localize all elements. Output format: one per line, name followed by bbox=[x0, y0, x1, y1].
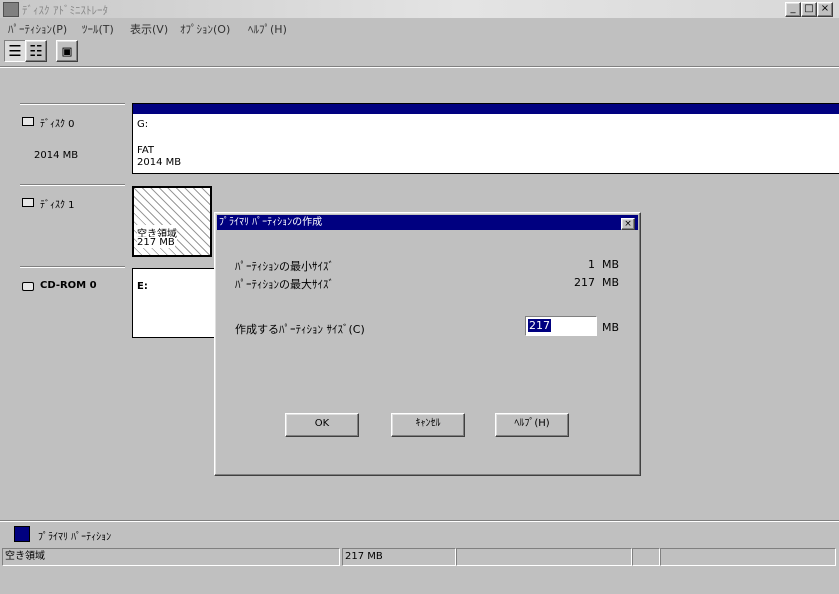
max-size-label: ﾊﾟｰﾃｨｼｮﾝの最大ｻｲｽﾞ bbox=[235, 278, 334, 291]
primary-partition-bar bbox=[133, 104, 839, 114]
free-space-size: 217 MB bbox=[137, 237, 175, 248]
title-bar[interactable]: ﾃﾞｨｽｸ ｱﾄﾞﾐﾆｽﾄﾚｰﾀ _ □ × bbox=[0, 0, 839, 18]
partition-g-letter: G: bbox=[137, 119, 149, 130]
partition-e-letter: E: bbox=[137, 281, 148, 292]
hard-disk-icon bbox=[22, 117, 34, 126]
legend-label: ﾌﾟﾗｲﾏﾘ ﾊﾟｰﾃｨｼｮﾝ bbox=[38, 532, 112, 543]
status-size: 217 MB bbox=[342, 548, 456, 566]
status-panel bbox=[660, 548, 836, 566]
status-panel bbox=[632, 548, 660, 566]
partition-g-size: 2014 MB bbox=[137, 157, 182, 168]
min-size-label: ﾊﾟｰﾃｨｼｮﾝの最小ｻｲｽﾞ bbox=[235, 260, 334, 273]
ok-button[interactable]: OK bbox=[285, 413, 359, 437]
disk-admin-icon bbox=[3, 2, 19, 17]
max-size-value: 217 bbox=[574, 276, 595, 289]
toolbar-divider bbox=[0, 66, 839, 68]
cdrom-0-label: CD-ROM 0 bbox=[40, 280, 97, 291]
menu-help[interactable]: ﾍﾙﾌﾟ(H) bbox=[248, 21, 287, 37]
disk-configuration-view-button[interactable]: ☷ bbox=[25, 40, 47, 62]
primary-partition-swatch bbox=[14, 526, 30, 542]
menu-options[interactable]: ｵﾌﾟｼｮﾝ(O) bbox=[180, 21, 230, 37]
dialog-title: ﾌﾟﾗｲﾏﾘ ﾊﾟｰﾃｨｼｮﾝの作成 bbox=[219, 217, 323, 228]
disk-separator bbox=[20, 184, 125, 186]
create-primary-partition-dialog: ﾌﾟﾗｲﾏﾘ ﾊﾟｰﾃｨｼｮﾝの作成 × ﾊﾟｰﾃｨｼｮﾝの最小ｻｲｽﾞ 1 M… bbox=[214, 212, 641, 476]
status-type: 空き領域 bbox=[2, 548, 340, 566]
window-title: ﾃﾞｨｽｸ ｱﾄﾞﾐﾆｽﾄﾚｰﾀ bbox=[22, 4, 108, 17]
disk-0-label: ﾃﾞｨｽｸ 0 bbox=[40, 119, 75, 130]
volumes-view-button[interactable]: ☰ bbox=[4, 40, 26, 62]
legend-divider bbox=[0, 520, 839, 522]
partition-g[interactable]: G: FAT 2014 MB bbox=[132, 103, 839, 174]
disk-1-label: ﾃﾞｨｽｸ 1 bbox=[40, 200, 75, 211]
help-button[interactable]: ﾍﾙﾌﾟ(H) bbox=[495, 413, 569, 437]
partition-size-unit: MB bbox=[602, 321, 620, 334]
partition-size-value: 217 bbox=[528, 319, 551, 332]
menu-bar: ﾊﾟｰﾃｨｼｮﾝ(P) ﾂｰﾙ(T) 表示(V) ｵﾌﾟｼｮﾝ(O) ﾍﾙﾌﾟ(… bbox=[0, 19, 839, 37]
menu-view[interactable]: 表示(V) bbox=[130, 21, 168, 37]
free-space-partition[interactable]: 空き領域 217 MB bbox=[132, 186, 212, 257]
disk-separator bbox=[20, 103, 125, 105]
status-bar: 空き領域 217 MB bbox=[0, 548, 839, 594]
close-icon[interactable]: × bbox=[621, 218, 635, 230]
disk-separator bbox=[20, 266, 125, 268]
status-panel bbox=[456, 548, 632, 566]
partition-size-label: 作成するﾊﾟｰﾃｨｼｮﾝ ｻｲｽﾞ(C) bbox=[235, 323, 365, 336]
cdrom-icon bbox=[22, 282, 34, 291]
legend: ﾌﾟﾗｲﾏﾘ ﾊﾟｰﾃｨｼｮﾝ bbox=[0, 520, 839, 543]
maximize-icon[interactable]: □ bbox=[801, 2, 817, 17]
properties-icon: ▣ bbox=[62, 42, 72, 60]
toolbar: ☰ ☷ ▣ bbox=[0, 38, 839, 64]
hard-disk-icon bbox=[22, 198, 34, 207]
menu-partition[interactable]: ﾊﾟｰﾃｨｼｮﾝ(P) bbox=[8, 21, 67, 37]
minimize-icon[interactable]: _ bbox=[785, 2, 801, 17]
dialog-title-bar[interactable]: ﾌﾟﾗｲﾏﾘ ﾊﾟｰﾃｨｼｮﾝの作成 × bbox=[217, 215, 638, 230]
close-icon[interactable]: × bbox=[817, 2, 833, 17]
partition-size-input[interactable]: 217 bbox=[525, 316, 597, 336]
cancel-button[interactable]: ｷｬﾝｾﾙ bbox=[391, 413, 465, 437]
disk-0-size: 2014 MB bbox=[34, 150, 79, 161]
volumes-view-icon: ☰ bbox=[8, 42, 22, 60]
disk-configuration-view-icon: ☷ bbox=[29, 42, 43, 60]
properties-button[interactable]: ▣ bbox=[56, 40, 78, 62]
partition-e[interactable]: E: bbox=[132, 268, 224, 338]
max-size-unit: MB bbox=[602, 276, 620, 289]
partition-g-fs: FAT bbox=[137, 145, 155, 156]
min-size-unit: MB bbox=[602, 258, 620, 271]
menu-tools[interactable]: ﾂｰﾙ(T) bbox=[82, 21, 114, 37]
min-size-value: 1 bbox=[588, 258, 595, 271]
